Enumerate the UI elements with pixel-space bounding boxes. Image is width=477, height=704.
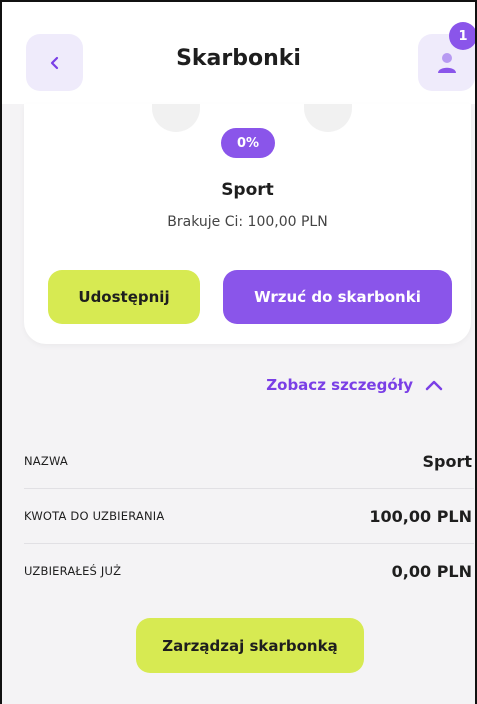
piggybank-card: 0% Sport Brakuje Ci: 100,00 PLN Udostępn… <box>24 104 471 344</box>
deposit-button[interactable]: Wrzuć do skarbonki <box>223 270 452 324</box>
page-title: Skarbonki <box>176 46 301 71</box>
detail-row-name: NAZWA Sport <box>24 434 474 488</box>
chevron-up-icon <box>425 380 443 391</box>
detail-label: KWOTA DO UZBIERANIA <box>24 509 165 523</box>
decorative-shape <box>304 104 352 132</box>
share-button[interactable]: Udostępnij <box>48 270 200 324</box>
progress-badge: 0% <box>221 128 275 158</box>
detail-label: UZBIERAŁEŚ JUŻ <box>24 564 122 578</box>
details-toggle-label: Zobacz szczegóły <box>266 376 413 394</box>
detail-value: 0,00 PLN <box>391 561 472 581</box>
decorative-shape <box>152 104 200 132</box>
top-bar: Skarbonki 1 <box>2 2 475 104</box>
detail-value: Sport <box>422 451 472 471</box>
manage-piggybank-button[interactable]: Zarządzaj skarbonką <box>136 618 364 673</box>
detail-label: NAZWA <box>24 454 68 468</box>
app-frame: Skarbonki 1 0% Sport Brakuje Ci: 100,00 … <box>0 0 477 704</box>
missing-amount: Brakuje Ci: 100,00 PLN <box>167 214 328 230</box>
detail-value: 100,00 PLN <box>369 506 472 526</box>
notification-badge: 1 <box>449 22 475 50</box>
detail-row-target: KWOTA DO UZBIERANIA 100,00 PLN <box>24 489 474 543</box>
details-toggle[interactable]: Zobacz szczegóły <box>266 376 443 394</box>
detail-row-saved: UZBIERAŁEŚ JUŻ 0,00 PLN <box>24 544 474 598</box>
user-icon <box>437 52 456 73</box>
goal-name: Sport <box>221 180 274 200</box>
